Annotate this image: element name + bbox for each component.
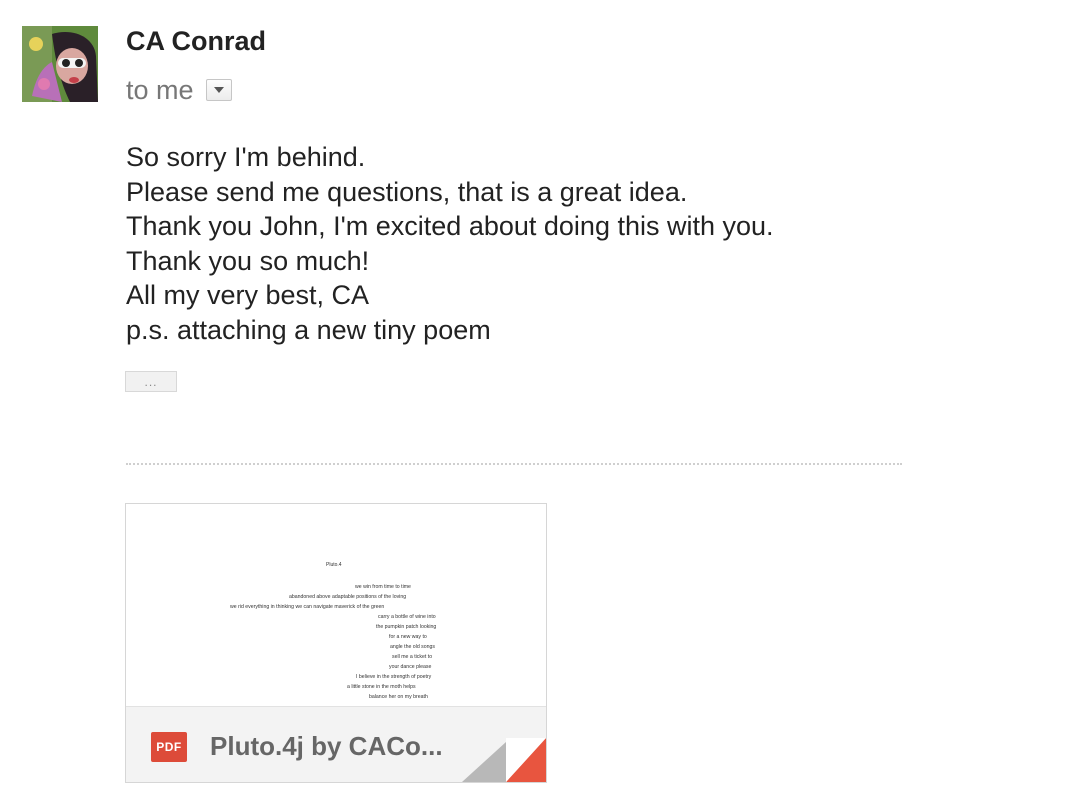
preview-line: angle the old songs [390,644,435,650]
message-body: So sorry I'm behind. Please send me ques… [126,140,774,348]
sender-avatar[interactable] [22,26,98,102]
sender-name[interactable]: CA Conrad [126,26,266,57]
preview-line: the pumpkin patch looking [376,624,437,630]
preview-line: your dance please [389,664,432,670]
attachment-preview[interactable]: Pluto.4 we win from time to time abandon… [126,504,546,706]
recipient-row: to me [126,73,232,107]
preview-line: balance her on my breath [369,694,428,700]
attachments-divider [126,463,902,465]
attachment-card[interactable]: Pluto.4 we win from time to time abandon… [125,503,547,783]
attachment-name[interactable]: Pluto.4j by CACo... [210,731,443,762]
body-line: Thank you John, I'm excited about doing … [126,211,774,242]
show-details-button[interactable] [205,79,232,101]
body-line: p.s. attaching a new tiny poem [126,314,491,345]
chevron-down-icon [213,87,224,93]
body-line: Please send me questions, that is a grea… [126,176,688,207]
preview-line: for a new way to [389,634,427,640]
email-message: CA Conrad to me So sorry I'm behind. Ple… [0,0,1074,804]
avatar-image [22,26,98,102]
preview-line: we rid everything in thinking we can nav… [230,604,385,610]
preview-line: a little stone in the moth helps [347,684,416,690]
recipient-label: to me [126,74,194,105]
preview-line: sell me a ticket to [392,654,433,660]
preview-line: carry a bottle of wine into [378,614,436,620]
body-line: So sorry I'm behind. [126,142,366,172]
preview-line: we win from time to time [355,584,411,590]
page-fold-icon [462,738,546,782]
preview-line: I believe in the strength of poetry [356,674,432,680]
pdf-icon: PDF [151,732,187,762]
preview-title: Pluto.4 [326,562,342,568]
preview-line: abandoned above adaptable positions of t… [289,594,407,600]
attachment-footer[interactable]: PDF Pluto.4j by CACo... [126,706,546,782]
body-line: Thank you so much! [126,245,370,276]
show-trimmed-content-button[interactable]: ... [125,371,177,392]
body-line: All my very best, CA [126,280,370,311]
